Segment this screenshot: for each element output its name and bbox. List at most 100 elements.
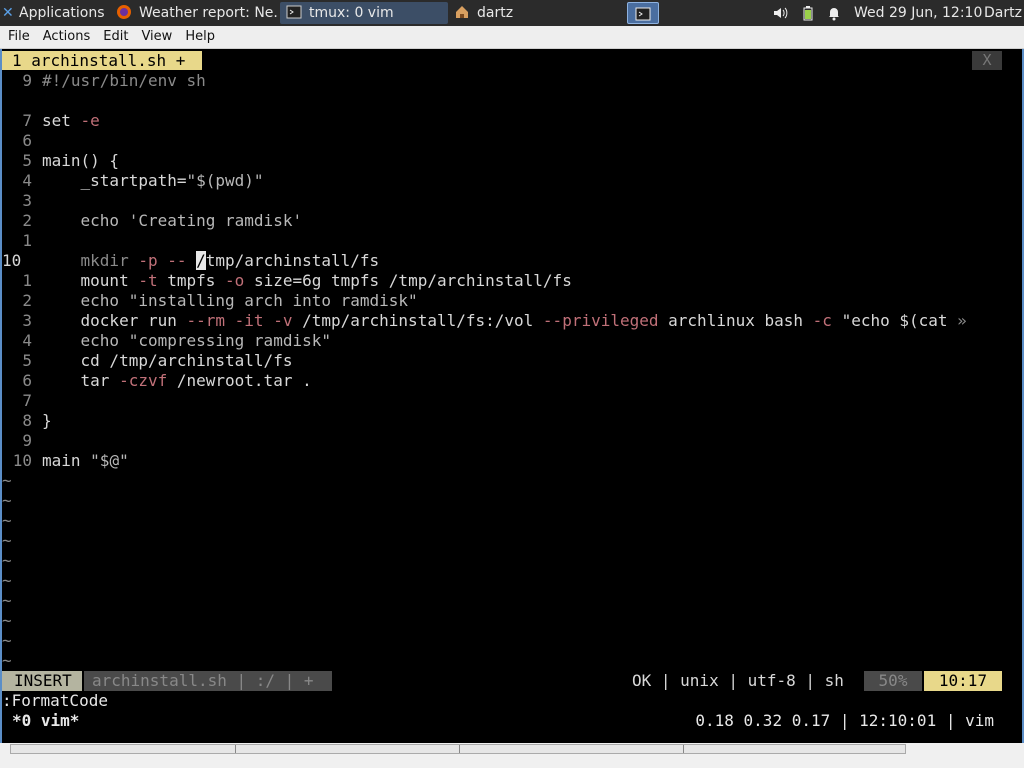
horizontal-scrollbar[interactable]: [10, 744, 906, 754]
command-line[interactable]: :FormatCode: [2, 691, 108, 711]
code-line[interactable]: 7: [2, 391, 42, 411]
user-menu[interactable]: Dartz: [984, 0, 1022, 26]
line-number: 9: [22, 431, 32, 450]
empty-line-tilde: ~: [2, 571, 12, 590]
applications-menu[interactable]: ✕ Applications: [2, 0, 108, 26]
code-token: docker run: [42, 311, 187, 330]
battery-icon[interactable]: [800, 5, 816, 21]
code-token: --rm -it -v: [186, 311, 303, 330]
menu-actions[interactable]: Actions: [38, 26, 96, 48]
line-number: 6: [22, 371, 32, 390]
empty-line-tilde: ~: [2, 491, 12, 510]
line-number: 10: [12, 451, 32, 470]
line-number: 1: [22, 231, 32, 250]
code-line[interactable]: 4 echo "compressing ramdisk": [2, 331, 331, 351]
line-number: 4: [22, 171, 32, 190]
line-number: 3: [22, 311, 32, 330]
system-tray: Wed 29 Jun, 12:10 Dartz: [764, 0, 1024, 26]
code-token: set: [42, 111, 81, 130]
notification-bell-icon[interactable]: [826, 5, 842, 21]
code-line[interactable]: 10 main "$@": [2, 451, 129, 471]
code-line[interactable]: 9 #!/usr/bin/env sh: [2, 71, 206, 91]
menu-view[interactable]: View: [136, 26, 177, 48]
code-token: _startpath=: [42, 171, 187, 190]
code-token: tmp/archinstall/fs: [205, 251, 380, 270]
code-line[interactable]: 6 tar -czvf /newroot.tar .: [2, 371, 312, 391]
code-token: -czvf: [119, 371, 177, 390]
taskbar-item-browser[interactable]: Weather report: Ne...: [110, 2, 278, 24]
line-number: 9: [22, 71, 32, 90]
menu-file[interactable]: File: [3, 26, 35, 48]
task-label: Weather report: Ne...: [139, 5, 278, 21]
code-line[interactable]: 1: [2, 231, 42, 251]
code-token: archlinux bash: [668, 311, 813, 330]
code-line[interactable]: [2, 91, 42, 111]
code-line[interactable]: 8}: [2, 411, 52, 431]
volume-icon[interactable]: [772, 5, 788, 21]
home-folder-icon: [456, 6, 468, 18]
code-line[interactable]: 2 echo 'Creating ramdisk': [2, 211, 302, 231]
code-token: -t: [138, 271, 168, 290]
code-token: "echo $(cat: [841, 311, 958, 330]
firefox-icon: [117, 5, 131, 19]
line-number: 1: [22, 271, 32, 290]
terminal-icon: [286, 5, 302, 19]
code-token: tar: [42, 371, 120, 390]
line-number: 5: [22, 151, 32, 170]
empty-line-tilde: ~: [2, 511, 12, 530]
taskbar-item-tmux[interactable]: tmux: 0 vim: [280, 2, 448, 24]
tmux-statusbar: *0 vim* 0.18 0.32 0.17 | 12:10:01 | vim: [2, 711, 1002, 731]
statusline-fileinfo: OK | unix | utf-8 | sh: [632, 671, 844, 690]
code-token: /newroot.tar .: [176, 371, 312, 390]
tmux-status-right: 0.18 0.32 0.17 | 12:10:01 | vim: [695, 711, 994, 730]
taskbar-item-files[interactable]: dartz: [448, 2, 618, 24]
code-token: mkdir: [42, 251, 139, 270]
code-line[interactable]: 4 _startpath="$(pwd)": [2, 171, 264, 191]
code-line[interactable]: 7 set -e: [2, 111, 99, 131]
code-line[interactable]: 5 main() {: [2, 151, 119, 171]
code-line[interactable]: 10 mkdir -p -- /tmp/archinstall/fs: [2, 251, 379, 271]
line-number: 2: [22, 211, 32, 230]
terminal-icon: [635, 7, 651, 21]
code-line[interactable]: 3: [2, 191, 42, 211]
vim-tabline: 1 archinstall.sh + X: [2, 51, 1022, 71]
line-number: 10: [2, 251, 22, 270]
code-token: »: [957, 311, 967, 330]
code-token: echo "compressing ramdisk": [42, 331, 331, 350]
line-number: 5: [22, 351, 32, 370]
code-line[interactable]: 1 mount -t tmpfs -o size=6g tmpfs /tmp/a…: [2, 271, 572, 291]
terminal-launcher-button[interactable]: [627, 2, 659, 24]
code-token: "$(pwd)": [186, 171, 264, 190]
menu-help[interactable]: Help: [180, 26, 220, 48]
tmux-window-tab[interactable]: *0 vim*: [12, 711, 79, 731]
vim-statusline: INSERT archinstall.sh | :/ | + OK | unix…: [2, 671, 1002, 691]
code-token: --privileged: [542, 311, 669, 330]
code-line[interactable]: 6: [2, 131, 42, 151]
code-token: #!/usr/bin/env sh: [42, 71, 206, 90]
code-line[interactable]: 9: [2, 431, 42, 451]
code-token: tmpfs: [167, 271, 226, 290]
line-number: 6: [22, 131, 32, 150]
code-token: -p --: [138, 251, 197, 270]
tab-archinstall[interactable]: 1 archinstall.sh +: [2, 51, 202, 70]
terminal-frame: [0, 49, 1024, 743]
line-number: 7: [22, 391, 32, 410]
code-token: }: [42, 411, 52, 430]
code-token: size=6g tmpfs /tmp/archinstall/fs: [253, 271, 572, 290]
tab-close-button[interactable]: X: [972, 51, 1002, 70]
xfce-logo-icon: ✕: [2, 5, 14, 21]
empty-line-tilde: ~: [2, 591, 12, 610]
task-label: tmux: 0 vim: [309, 5, 394, 21]
code-token: main() {: [42, 151, 120, 170]
line-number: 4: [22, 331, 32, 350]
terminal-menubar: File Actions Edit View Help: [0, 26, 1024, 49]
code-line[interactable]: 5 cd /tmp/archinstall/fs: [2, 351, 292, 371]
code-token: mount: [42, 271, 139, 290]
empty-line-tilde: ~: [2, 631, 12, 650]
code-token: /tmp/archinstall/fs:/vol: [302, 311, 543, 330]
code-line[interactable]: 3 docker run --rm -it -v /tmp/archinstal…: [2, 311, 967, 331]
empty-line-tilde: ~: [2, 651, 12, 670]
clock[interactable]: Wed 29 Jun, 12:10: [854, 0, 982, 26]
menu-edit[interactable]: Edit: [98, 26, 133, 48]
code-line[interactable]: 2 echo "installing arch into ramdisk": [2, 291, 417, 311]
